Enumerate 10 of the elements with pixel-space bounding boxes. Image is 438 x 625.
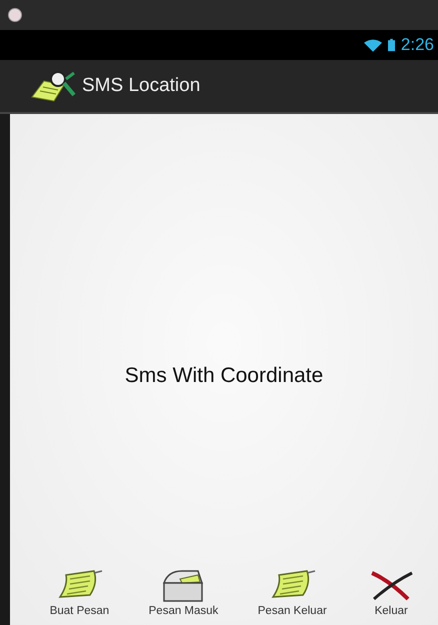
menu-button[interactable]: Keluar [366,567,416,617]
window-button-icon[interactable] [8,8,22,22]
app-title: SMS Location [82,75,200,97]
menu-button[interactable]: Pesan Masuk [148,567,218,617]
menu-button[interactable]: Pesan Keluar [258,567,327,617]
clock-time: 2:26 [400,35,434,55]
battery-icon [388,38,395,52]
main-heading: Sms With Coordinate [124,364,324,388]
menu-button[interactable]: Buat Pesan [50,567,110,617]
wifi-icon [364,38,382,52]
